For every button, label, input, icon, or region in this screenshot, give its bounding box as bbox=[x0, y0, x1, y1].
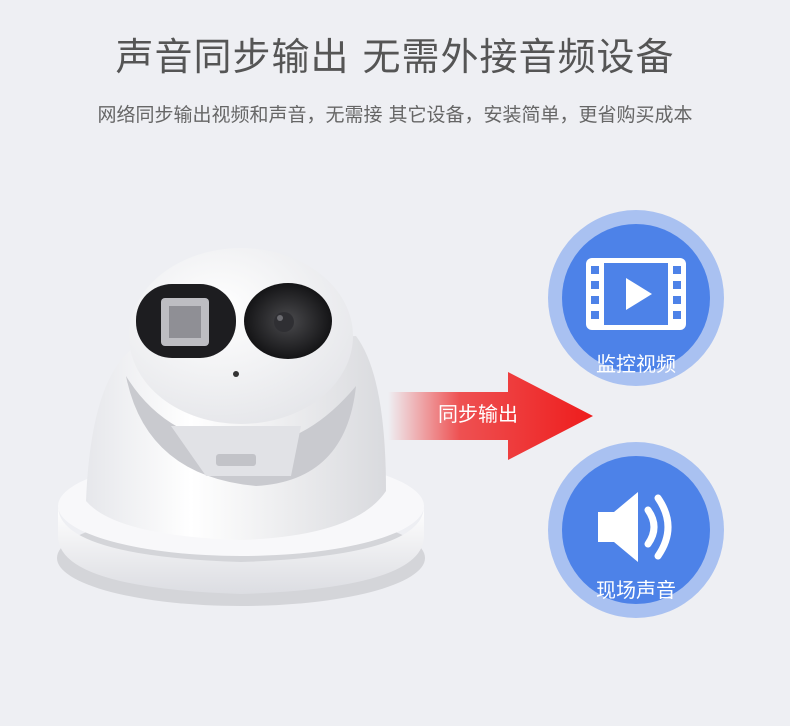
page-subtitle: 网络同步输出视频和声音，无需接 其它设备，安装简单，更省购买成本 bbox=[97, 104, 693, 126]
sound-badge-label: 现场声音 bbox=[596, 578, 676, 602]
page-title: 声音同步输出 无需外接音频设备 bbox=[115, 35, 675, 79]
sound-badge: 现场声音 bbox=[546, 440, 726, 620]
video-film-icon bbox=[586, 258, 686, 330]
video-badge: 监控视频 bbox=[546, 208, 726, 388]
arrow-label: 同步输出 bbox=[438, 402, 518, 426]
video-badge-label: 监控视频 bbox=[596, 352, 676, 376]
